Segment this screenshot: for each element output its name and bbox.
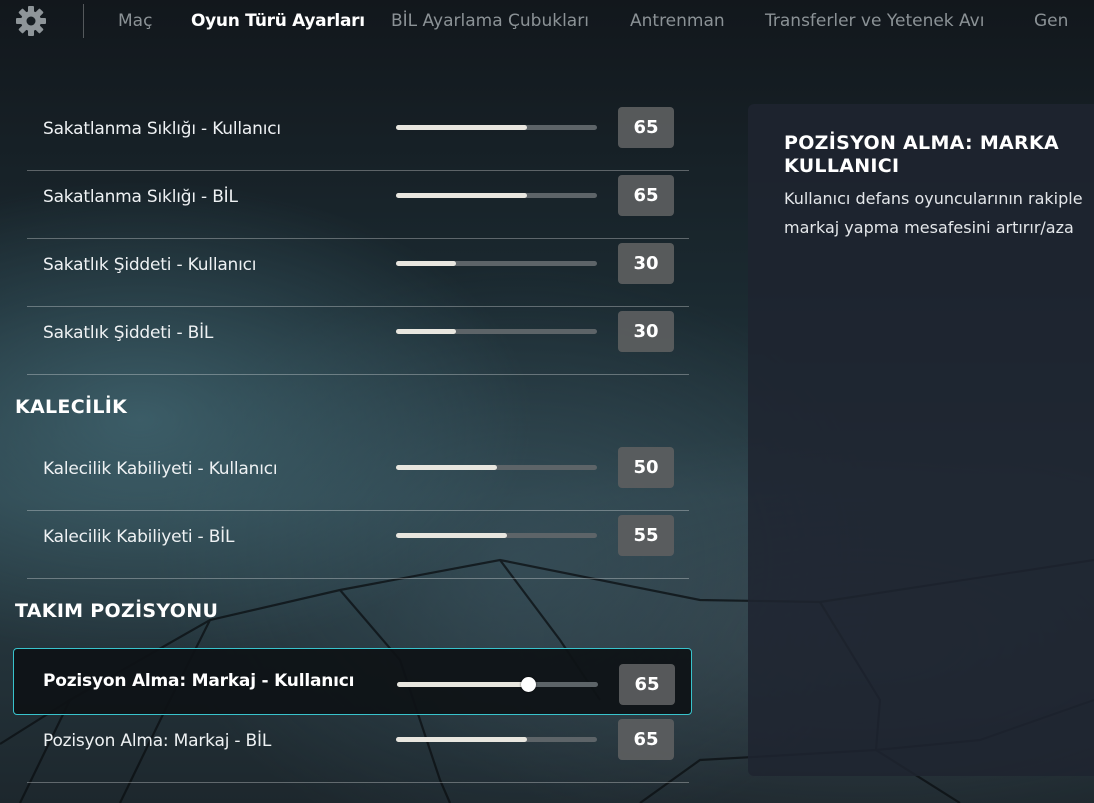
gear-icon[interactable] xyxy=(15,5,47,37)
tab-transfers-scouting[interactable]: Transferler ve Yetenek Avı xyxy=(765,11,984,31)
setting-row-gk-ability-user[interactable]: Kalecilik Kabiliyeti - Kullanıcı 50 xyxy=(27,444,689,511)
section-heading-team-positioning: TAKIM POZİSYONU xyxy=(15,600,219,622)
setting-value: 55 xyxy=(618,515,674,556)
slider-fill xyxy=(396,329,457,334)
slider-fill xyxy=(397,682,528,687)
setting-label: Pozisyon Alma: Markaj - BİL xyxy=(43,731,272,751)
description-title-line: KULLANICI xyxy=(784,155,900,177)
description-title-line: POZİSYON ALMA: MARKA xyxy=(784,132,1060,154)
setting-value: 50 xyxy=(618,447,674,488)
slider-track[interactable] xyxy=(396,533,597,538)
setting-row-injury-frequency-user[interactable]: Sakatlanma Sıklığı - Kullanıcı 65 xyxy=(27,104,689,171)
slider-track[interactable] xyxy=(396,261,597,266)
description-text: Kullanıcı defans oyuncularının rakiple m… xyxy=(784,184,1094,242)
slider-track[interactable] xyxy=(396,465,597,470)
setting-label: Kalecilik Kabiliyeti - Kullanıcı xyxy=(43,459,278,479)
tab-ai-sliders[interactable]: BİL Ayarlama Çubukları xyxy=(391,11,589,31)
setting-value: 65 xyxy=(618,719,674,760)
setting-row-gk-ability-ai[interactable]: Kalecilik Kabiliyeti - BİL 55 xyxy=(27,512,689,579)
nav-divider xyxy=(83,4,84,38)
setting-row-injury-frequency-ai[interactable]: Sakatlanma Sıklığı - BİL 65 xyxy=(27,172,689,239)
setting-label: Kalecilik Kabiliyeti - BİL xyxy=(43,527,235,547)
slider-track[interactable] xyxy=(397,677,598,692)
slider-fill xyxy=(396,125,527,130)
setting-label: Pozisyon Alma: Markaj - Kullanıcı xyxy=(43,671,355,691)
setting-label: Sakatlanma Sıklığı - BİL xyxy=(43,187,238,207)
tab-general[interactable]: Gen xyxy=(1034,11,1068,31)
description-title: POZİSYON ALMA: MARKA KULLANICI xyxy=(784,132,1094,178)
setting-row-injury-severity-ai[interactable]: Sakatlık Şiddeti - BİL 30 xyxy=(27,308,689,375)
slider-fill xyxy=(396,533,507,538)
slider-fill xyxy=(396,737,527,742)
setting-row-marking-user[interactable]: Pozisyon Alma: Markaj - Kullanıcı 65 xyxy=(13,648,692,715)
setting-label: Sakatlanma Sıklığı - Kullanıcı xyxy=(43,119,281,139)
slider-track[interactable] xyxy=(396,329,597,334)
setting-row-injury-severity-user[interactable]: Sakatlık Şiddeti - Kullanıcı 30 xyxy=(27,240,689,307)
setting-value: 65 xyxy=(618,175,674,216)
setting-value: 65 xyxy=(618,107,674,148)
setting-value: 65 xyxy=(619,664,675,705)
section-heading-goalkeeping: KALECİLİK xyxy=(15,396,128,418)
description-text-line: Kullanıcı defans oyuncularının rakiple xyxy=(784,189,1083,208)
setting-label: Sakatlık Şiddeti - Kullanıcı xyxy=(43,255,257,275)
slider-track[interactable] xyxy=(396,737,597,742)
top-navigation: Maç Oyun Türü Ayarları BİL Ayarlama Çubu… xyxy=(0,0,1094,44)
slider-track[interactable] xyxy=(396,125,597,130)
slider-fill xyxy=(396,193,527,198)
setting-value: 30 xyxy=(618,311,674,352)
slider-fill xyxy=(396,261,457,266)
slider-track[interactable] xyxy=(396,193,597,198)
setting-row-marking-ai[interactable]: Pozisyon Alma: Markaj - BİL 65 xyxy=(27,716,689,783)
tab-game-mode-settings[interactable]: Oyun Türü Ayarları xyxy=(191,11,365,31)
slider-handle[interactable] xyxy=(520,677,536,692)
description-panel: POZİSYON ALMA: MARKA KULLANICI Kullanıcı… xyxy=(748,104,1094,776)
description-text-line: markaj yapma mesafesini artırır/aza xyxy=(784,218,1074,237)
slider-fill xyxy=(396,465,497,470)
setting-label: Sakatlık Şiddeti - BİL xyxy=(43,323,214,343)
tab-match[interactable]: Maç xyxy=(118,11,152,31)
setting-value: 30 xyxy=(618,243,674,284)
tab-training[interactable]: Antrenman xyxy=(630,11,725,31)
